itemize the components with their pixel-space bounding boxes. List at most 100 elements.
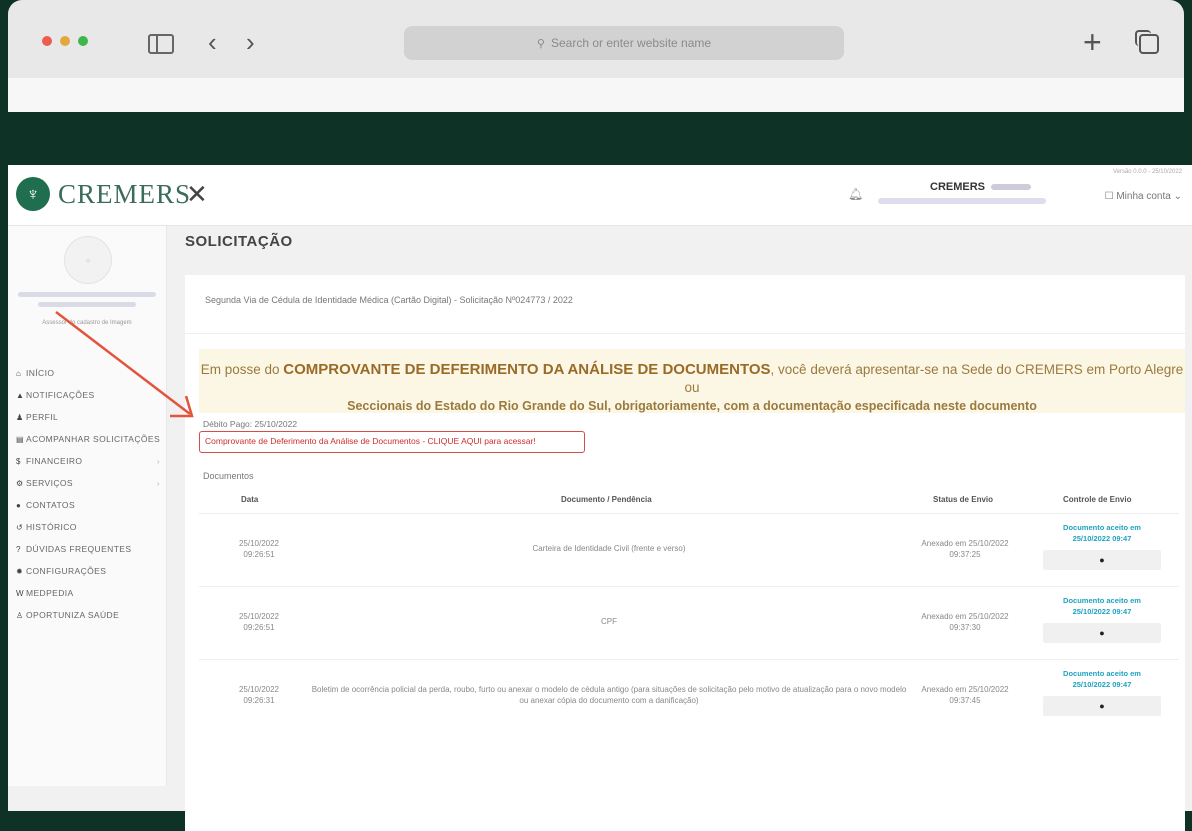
accepted-date-text: 25/10/2022 09:47 <box>1072 607 1132 616</box>
sidebar-item-notificacoes[interactable]: ▲ NOTIFICAÇÕES <box>16 385 162 407</box>
sidebar-item-label: INÍCIO <box>26 368 55 378</box>
forward-icon[interactable]: › <box>246 26 255 58</box>
time-text: 09:26:31 <box>243 696 275 705</box>
redacted-user-name <box>18 292 156 297</box>
sidebar-item-label: PERFIL <box>26 412 59 422</box>
sidebar-item-label: DÚVIDAS FREQUENTES <box>26 544 132 554</box>
column-header: Controle de Envio <box>1063 495 1132 504</box>
date-cell: 25/10/2022 09:26:31 <box>229 684 289 706</box>
maximize-window-button[interactable] <box>78 36 88 46</box>
address-placeholder: Search or enter website name <box>550 36 712 50</box>
sidebar-item-configuracoes[interactable]: ✹ CONFIGURAÇÕES <box>16 561 162 583</box>
sidebar-item-label: SERVIÇOS <box>26 478 73 488</box>
sidebar-item-label: FINANCEIRO <box>26 456 83 466</box>
sidebar-item-duvidas-frequentes[interactable]: ? DÚVIDAS FREQUENTES <box>16 539 162 561</box>
control-cell: Documento aceito em 25/10/2022 09:47 ● <box>1037 522 1167 570</box>
history-icon: ↺ <box>16 523 24 532</box>
doc-icon: ▤ <box>16 435 24 444</box>
close-window-button[interactable] <box>42 36 52 46</box>
logo-text: CREMERS <box>58 178 192 209</box>
status-text: Anexado em 25/10/2022 <box>921 685 1009 694</box>
sidebar-item-financeiro[interactable]: $ FINANCEIRO › <box>16 451 162 473</box>
sidebar-item-servicos[interactable]: ⚙ SERVIÇOS › <box>16 473 162 495</box>
logo-mark-icon: ♆ <box>16 177 50 211</box>
wiki-icon: W <box>16 589 24 598</box>
sidebar-item-label: CONTATOS <box>26 500 76 510</box>
sidebar-item-inicio[interactable]: ⌂ INÍCIO <box>16 363 162 385</box>
user-icon: ♟ <box>16 413 24 422</box>
sidebar-item-contatos[interactable]: ● CONTATOS <box>16 495 162 517</box>
org-name-text: CREMERS <box>930 181 986 193</box>
accepted-text: Documento aceito em <box>1063 669 1141 678</box>
building-icon: ♙ <box>16 611 24 620</box>
document-cell: Boletim de ocorrência policial da perda,… <box>311 685 907 705</box>
status-cell: Anexado em 25/10/2022 09:37:45 <box>911 684 1019 706</box>
tab-bar <box>8 78 1184 112</box>
date-cell: 25/10/2022 09:26:51 <box>229 611 289 633</box>
close-menu-icon[interactable]: ✕ <box>186 179 208 210</box>
sidebar-item-oportuniza-saude[interactable]: ♙ OPORTUNIZA SAÚDE <box>16 605 162 627</box>
view-document-button[interactable]: ● <box>1043 623 1161 643</box>
minimize-window-button[interactable] <box>60 36 70 46</box>
table-header: Data Documento / Pendência Status de Env… <box>199 483 1179 514</box>
debit-paid-label: Débito Pago: 25/10/2022 <box>203 419 298 429</box>
banner-bold-text: COMPROVANTE DE DEFERIMENTO DA ANÁLISE DE… <box>283 361 771 378</box>
sidebar-item-label: ACOMPANHAR SOLICITAÇÕES <box>26 434 161 444</box>
time-text: 09:26:51 <box>243 550 275 559</box>
user-icon: ☐ <box>1104 191 1117 202</box>
status-text: Anexado em 25/10/2022 <box>921 539 1009 548</box>
table-row: 25/10/2022 09:26:51 CPF Anexado em 25/10… <box>199 587 1179 660</box>
web-page: ♆ CREMERS ✕ 🔔︎ CREMERS Versão 0.0.0 - 25… <box>8 165 1192 831</box>
column-header: Data <box>241 495 259 504</box>
top-header: ♆ CREMERS ✕ 🔔︎ CREMERS Versão 0.0.0 - 25… <box>8 165 1192 226</box>
date-text: 25/10/2022 <box>238 539 280 548</box>
notice-banner: Em posse do COMPROVANTE DE DEFERIMENTO D… <box>199 349 1185 413</box>
chevron-right-icon: › <box>156 478 160 488</box>
status-time-text: 09:37:25 <box>949 550 981 559</box>
view-document-button[interactable]: ● <box>1043 696 1161 716</box>
accepted-text: Documento aceito em <box>1063 596 1141 605</box>
account-menu[interactable]: ☐ Minha conta ⌄ <box>1105 191 1182 202</box>
user-role: Assessor do cadastro de Imagem <box>42 320 132 326</box>
bell-icon: ▲ <box>16 391 25 400</box>
page-title: SOLICITAÇÃO <box>185 233 293 250</box>
date-cell: 25/10/2022 09:26:51 <box>229 538 289 560</box>
status-time-text: 09:37:30 <box>949 623 981 632</box>
sidebar-item-perfil[interactable]: ♟ PERFIL <box>16 407 162 429</box>
table-row: 25/10/2022 09:26:51 Carteira de Identida… <box>199 514 1179 587</box>
tab-overview-icon[interactable] <box>1135 30 1159 54</box>
control-cell: Documento aceito em 25/10/2022 09:47 ● <box>1037 595 1167 643</box>
divider <box>185 333 1185 334</box>
proof-link[interactable]: Comprovante de Deferimento da Análise de… <box>199 431 585 453</box>
accepted-text: Documento aceito em <box>1063 523 1141 532</box>
redacted-user-name <box>38 302 136 307</box>
document-cell: Carteira de Identidade Civil (frente e v… <box>532 544 686 553</box>
question-icon: ? <box>16 545 21 554</box>
banner-text: Seccionais do Estado do Rio Grande do Su… <box>347 399 1037 413</box>
logo[interactable]: ♆ CREMERS <box>16 177 191 211</box>
address-bar[interactable]: ⚲ Search or enter website name <box>404 26 844 60</box>
new-tab-icon[interactable]: + <box>1083 26 1102 58</box>
sidebar-item-label: CONFIGURAÇÕES <box>26 566 107 576</box>
sidebar-item-acompanhar-solicitacoes[interactable]: ▤ ACOMPANHAR SOLICITAÇÕES <box>16 429 162 451</box>
browser-toolbar: ‹ › ⚲ Search or enter website name + <box>8 0 1184 79</box>
notification-bell-icon[interactable]: 🔔︎ <box>848 187 863 201</box>
column-header: Documento / Pendência <box>561 495 652 504</box>
sidebar-item-historico[interactable]: ↺ HISTÓRICO <box>16 517 162 539</box>
sidebar-toggle-icon[interactable] <box>148 34 174 54</box>
sidebar: ○ Assessor do cadastro de Imagem ⌂ INÍCIO… <box>8 226 167 786</box>
request-card: Segunda Via de Cédula de Identidade Médi… <box>185 275 1185 831</box>
control-cell: Documento aceito em 25/10/2022 09:47 ● <box>1037 668 1167 716</box>
documents-table: Data Documento / Pendência Status de Env… <box>199 483 1179 732</box>
gears-icon: ⚙ <box>16 479 24 488</box>
table-row: 25/10/2022 09:26:31 Boletim de ocorrênci… <box>199 660 1179 732</box>
banner-text: Em posse do <box>200 362 284 377</box>
sidebar-item-medpedia[interactable]: W MEDPEDIA <box>16 583 162 605</box>
status-text: Anexado em 25/10/2022 <box>921 612 1009 621</box>
avatar[interactable]: ○ <box>64 236 112 284</box>
back-icon[interactable]: ‹ <box>208 26 217 58</box>
view-document-button[interactable]: ● <box>1043 550 1161 570</box>
version-label: Versão 0.0.0 - 25/10/2022 <box>1112 169 1182 175</box>
org-name: CREMERS <box>930 181 1032 193</box>
gear-icon: ✹ <box>16 567 24 576</box>
